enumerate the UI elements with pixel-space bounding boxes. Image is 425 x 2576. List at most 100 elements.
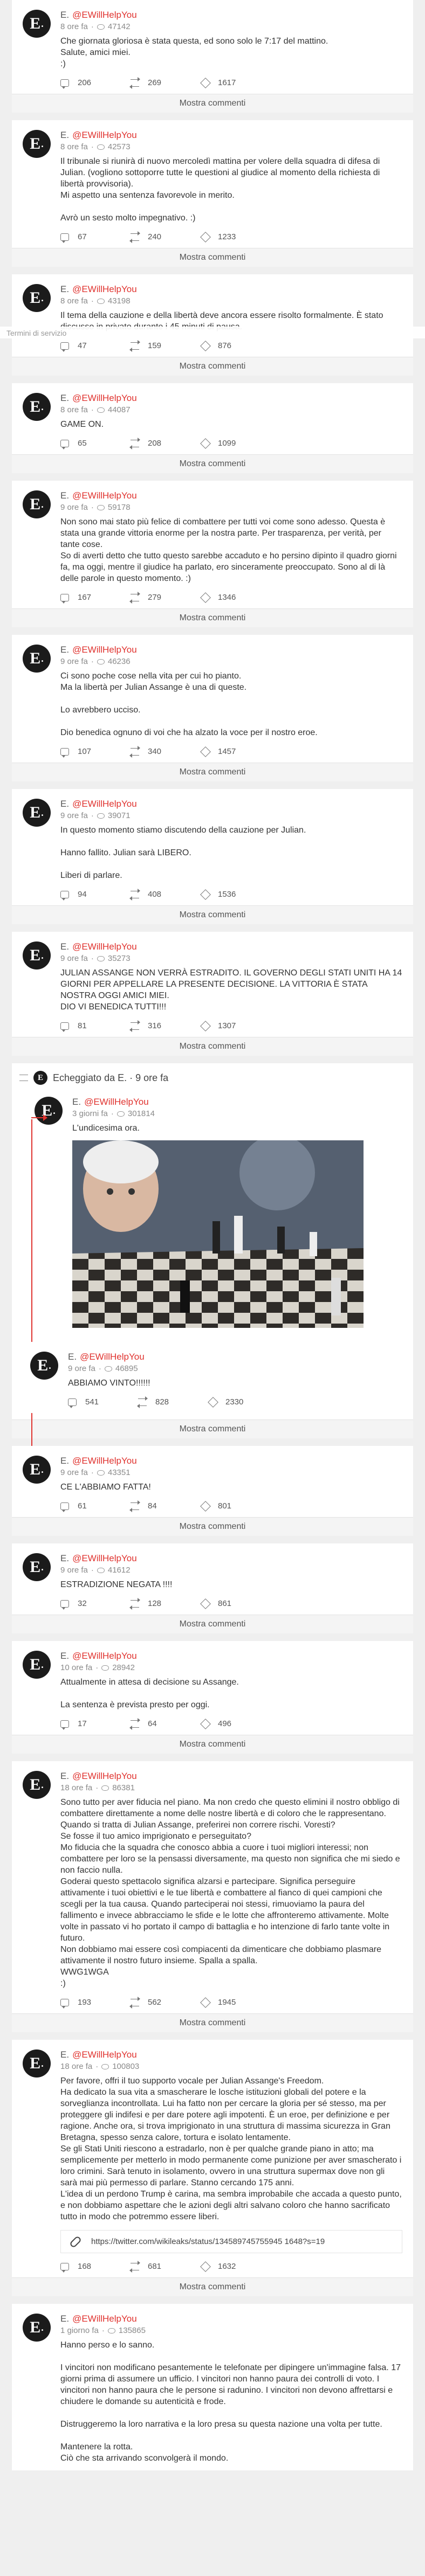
- author-handle[interactable]: @EWillHelpYou: [72, 1456, 137, 1466]
- reply-button[interactable]: 107: [60, 747, 131, 758]
- author-name[interactable]: E.: [60, 1771, 69, 1781]
- author-name[interactable]: E.: [60, 490, 69, 501]
- author-handle[interactable]: @EWillHelpYou: [72, 393, 137, 403]
- avatar[interactable]: E: [33, 1071, 47, 1085]
- author-name[interactable]: E.: [60, 645, 69, 655]
- show-comments-button[interactable]: Mostra commenti: [12, 1419, 413, 1438]
- show-comments-button[interactable]: Mostra commenti: [12, 1615, 413, 1633]
- avatar[interactable]: E.: [23, 2314, 51, 2342]
- echo-button[interactable]: 279: [129, 591, 201, 604]
- author-name[interactable]: E.: [60, 1651, 69, 1661]
- author-name[interactable]: E.: [60, 1553, 69, 1563]
- author-handle[interactable]: @EWillHelpYou: [72, 10, 137, 20]
- echo-button[interactable]: 828: [137, 1396, 208, 1408]
- avatar[interactable]: E.: [23, 284, 51, 312]
- upvote-button[interactable]: 1099: [200, 438, 236, 449]
- author-name[interactable]: E.: [72, 1097, 81, 1107]
- post-time[interactable]: 9 ore fa: [60, 1566, 88, 1575]
- echo-button[interactable]: 128: [129, 1597, 201, 1610]
- author-handle[interactable]: @EWillHelpYou: [84, 1097, 149, 1107]
- author-handle[interactable]: @EWillHelpYou: [80, 1352, 145, 1362]
- reply-button[interactable]: 17: [60, 1719, 131, 1730]
- author-name[interactable]: E.: [60, 393, 69, 403]
- author-handle[interactable]: @EWillHelpYou: [72, 1651, 137, 1661]
- avatar[interactable]: E.: [23, 393, 51, 421]
- upvote-button[interactable]: 876: [200, 340, 231, 351]
- upvote-button[interactable]: 1945: [200, 1997, 236, 2008]
- terms-of-service-overlay[interactable]: Termini di servizio: [0, 327, 425, 338]
- upvote-button[interactable]: 1307: [200, 1020, 236, 1031]
- author-name[interactable]: E.: [60, 941, 69, 952]
- show-comments-button[interactable]: Mostra commenti: [12, 2013, 413, 2032]
- upvote-button[interactable]: 1233: [200, 231, 236, 243]
- show-comments-button[interactable]: Mostra commenti: [12, 905, 413, 924]
- author-name[interactable]: E.: [60, 284, 69, 294]
- reply-button[interactable]: 32: [60, 1599, 131, 1610]
- show-comments-button[interactable]: Mostra commenti: [12, 94, 413, 113]
- author-handle[interactable]: @EWillHelpYou: [72, 284, 137, 294]
- echo-button[interactable]: 340: [129, 745, 201, 758]
- echo-label[interactable]: Echeggiato da E. · 9 ore fa: [53, 1072, 168, 1084]
- author-handle[interactable]: @EWillHelpYou: [72, 941, 137, 952]
- post-time[interactable]: 8 ore fa: [60, 22, 88, 31]
- avatar[interactable]: E.: [23, 645, 51, 673]
- post-time[interactable]: 18 ore fa: [60, 2062, 92, 2071]
- reply-button[interactable]: 541: [68, 1397, 138, 1408]
- post-time[interactable]: 8 ore fa: [60, 142, 88, 151]
- post-time[interactable]: 18 ore fa: [60, 1783, 92, 1792]
- avatar[interactable]: E.: [30, 1352, 58, 1380]
- post-time[interactable]: 3 giorni fa: [72, 1109, 108, 1118]
- echo-button[interactable]: 408: [129, 888, 201, 901]
- upvote-button[interactable]: 1617: [200, 77, 236, 88]
- echo-button[interactable]: 269: [129, 77, 201, 89]
- show-comments-button[interactable]: Mostra commenti: [12, 2277, 413, 2296]
- author-handle[interactable]: @EWillHelpYou: [72, 799, 137, 809]
- reply-button[interactable]: 65: [60, 439, 131, 449]
- show-comments-button[interactable]: Mostra commenti: [12, 1037, 413, 1056]
- avatar[interactable]: E.: [35, 1097, 63, 1125]
- upvote-button[interactable]: 1346: [200, 592, 236, 603]
- upvote-button[interactable]: 801: [200, 1500, 231, 1512]
- post-time[interactable]: 9 ore fa: [68, 1364, 95, 1373]
- show-comments-button[interactable]: Mostra commenti: [12, 454, 413, 473]
- avatar[interactable]: E.: [23, 941, 51, 970]
- upvote-button[interactable]: 1457: [200, 746, 236, 757]
- reply-button[interactable]: 81: [60, 1021, 131, 1032]
- author-handle[interactable]: @EWillHelpYou: [72, 2314, 137, 2324]
- echo-button[interactable]: 159: [129, 340, 201, 352]
- post-time[interactable]: 8 ore fa: [60, 405, 88, 414]
- upvote-button[interactable]: 1536: [200, 889, 236, 900]
- echo-button[interactable]: 562: [129, 1996, 201, 2009]
- reply-button[interactable]: 168: [60, 2262, 131, 2273]
- reply-button[interactable]: 206: [60, 78, 131, 89]
- post-time[interactable]: 9 ore fa: [60, 954, 88, 963]
- link-preview[interactable]: https://twitter.com/wikileaks/status/134…: [60, 2230, 402, 2253]
- post-time[interactable]: 9 ore fa: [60, 1468, 88, 1477]
- avatar[interactable]: E.: [23, 1553, 51, 1581]
- author-name[interactable]: E.: [60, 1456, 69, 1466]
- author-handle[interactable]: @EWillHelpYou: [72, 1771, 137, 1781]
- post-time[interactable]: 1 giorno fa: [60, 2326, 99, 2335]
- echo-button[interactable]: 64: [129, 1718, 201, 1730]
- reply-button[interactable]: 61: [60, 1501, 131, 1512]
- avatar[interactable]: E.: [23, 2049, 51, 2078]
- reply-button[interactable]: 193: [60, 1998, 131, 2009]
- reply-button[interactable]: 47: [60, 341, 131, 352]
- upvote-button[interactable]: 496: [200, 1718, 231, 1729]
- author-name[interactable]: E.: [60, 130, 69, 140]
- author-name[interactable]: E.: [60, 799, 69, 809]
- author-handle[interactable]: @EWillHelpYou: [72, 130, 137, 140]
- echo-button[interactable]: 681: [129, 2260, 201, 2273]
- author-name[interactable]: E.: [60, 10, 69, 20]
- post-time[interactable]: 9 ore fa: [60, 811, 88, 820]
- echo-button[interactable]: 208: [129, 437, 201, 449]
- post-time[interactable]: 8 ore fa: [60, 296, 88, 306]
- post-time[interactable]: 9 ore fa: [60, 657, 88, 666]
- avatar[interactable]: E.: [23, 490, 51, 518]
- show-comments-button[interactable]: Mostra commenti: [12, 1517, 413, 1536]
- author-handle[interactable]: @EWillHelpYou: [72, 645, 137, 655]
- avatar[interactable]: E.: [23, 130, 51, 158]
- echo-button[interactable]: 316: [129, 1020, 201, 1032]
- show-comments-button[interactable]: Mostra commenti: [12, 357, 413, 376]
- avatar[interactable]: E.: [23, 1456, 51, 1484]
